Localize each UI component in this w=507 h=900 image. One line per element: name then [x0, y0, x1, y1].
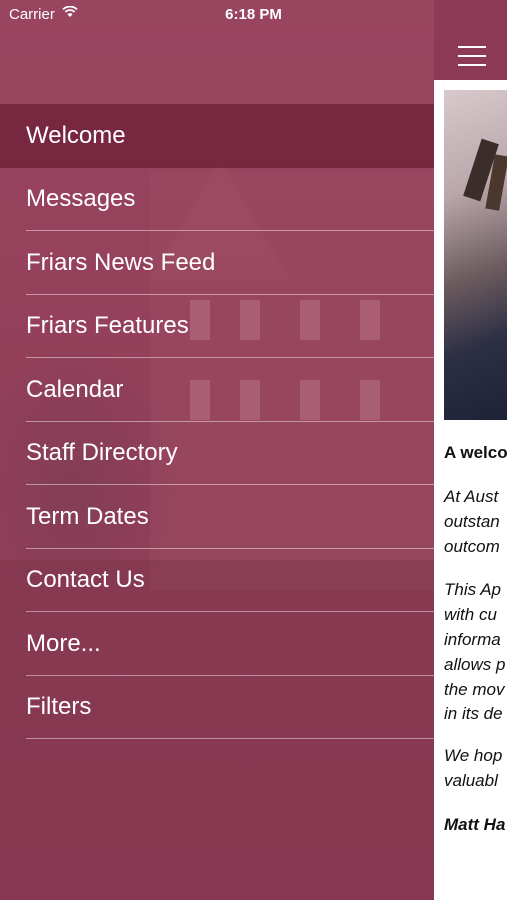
side-menu: Welcome Messages Friars News Feed Friars… — [0, 104, 434, 739]
menu-item-messages[interactable]: Messages — [0, 168, 434, 231]
paragraph-line: informa — [444, 630, 501, 649]
menu-item-contact-us[interactable]: Contact Us — [0, 549, 434, 612]
menu-item-label: Messages — [26, 185, 136, 213]
menu-item-label: Welcome — [26, 121, 126, 149]
menu-item-more[interactable]: More... — [0, 612, 434, 676]
menu-item-label: Contact Us — [26, 566, 145, 594]
nav-bar — [434, 0, 507, 80]
menu-item-label: Staff Directory — [26, 439, 178, 467]
menu-item-filters[interactable]: Filters — [0, 676, 434, 739]
menu-item-term-dates[interactable]: Term Dates — [0, 485, 434, 549]
paragraph-line: with cu — [444, 605, 497, 624]
paragraph-line: outcom — [444, 537, 500, 556]
menu-item-label: Friars Features — [26, 312, 189, 340]
menu-item-label: Filters — [26, 693, 92, 721]
welcome-heading: A welco — [444, 443, 507, 462]
paragraph-line: We hop — [444, 746, 503, 765]
menu-item-label: Friars News Feed — [26, 248, 216, 276]
menu-item-staff-directory[interactable]: Staff Directory — [0, 422, 434, 485]
paragraph-line: allows p — [444, 655, 506, 674]
paragraph-line: outstan — [444, 512, 500, 531]
menu-item-label: Calendar — [26, 375, 124, 403]
clock: 6:18 PM — [225, 6, 282, 23]
paragraph-line: the mov — [444, 680, 505, 699]
content-panel: A welco At Aust outstan outcom This Ap w… — [434, 0, 507, 900]
paragraph-line: valuabl — [444, 771, 498, 790]
paragraph-line: This Ap — [444, 580, 502, 599]
menu-item-welcome[interactable]: Welcome — [0, 104, 434, 168]
hamburger-menu-icon[interactable] — [458, 46, 486, 66]
menu-item-friars-features[interactable]: Friars Features — [0, 295, 434, 358]
headteacher-photo — [444, 90, 507, 420]
menu-item-label: More... — [26, 629, 101, 657]
paragraph-line: in its de — [444, 704, 503, 723]
paragraph-line: At Aust — [444, 487, 499, 506]
menu-item-label: Term Dates — [26, 502, 149, 530]
menu-item-friars-news-feed[interactable]: Friars News Feed — [0, 231, 434, 295]
menu-item-calendar[interactable]: Calendar — [0, 358, 434, 422]
status-bar: Carrier 6:18 PM — [0, 0, 507, 30]
divider — [26, 738, 434, 739]
signature: Matt Ha — [444, 815, 506, 834]
